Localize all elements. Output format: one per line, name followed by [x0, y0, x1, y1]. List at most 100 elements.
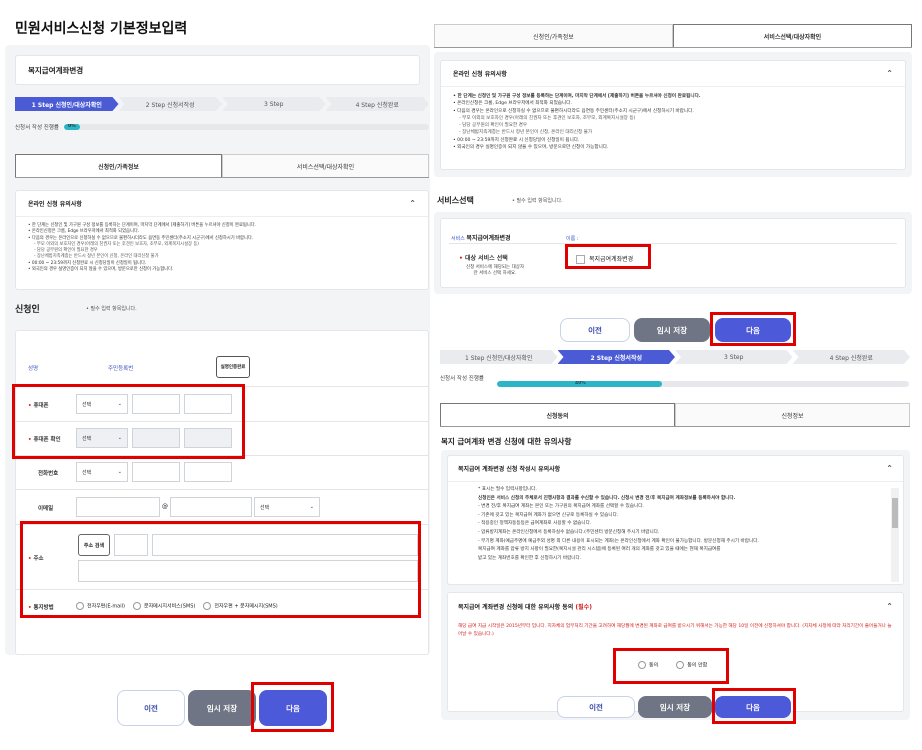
phone-label: 전화번호: [38, 471, 59, 477]
progress-label: 신청서 작성 진행률: [15, 125, 59, 131]
notice-line: 외국인의 경우 실명인증이 되지 않을 수 있으며, 방문으로만 신청이 가능합…: [457, 145, 609, 151]
phone-area-select[interactable]: 선택 ⌄: [76, 462, 128, 482]
prev-button[interactable]: 이전: [557, 696, 635, 718]
email-id-input[interactable]: [76, 497, 160, 517]
notice-line: - 부모 이외의 보호자인 경우(아래의 친권자 또는 후견인 보호자, 조부모…: [459, 115, 636, 121]
service-small-label: 서비스: [451, 236, 465, 242]
phone-middle-input[interactable]: [132, 462, 180, 482]
notice-line: 온라인신청은 크롬, Edge 브라우저에서 최적화 되었습니다.: [31, 229, 140, 235]
email-label: 이메일: [38, 506, 54, 512]
chevron-up-icon[interactable]: ⌃: [409, 199, 416, 208]
notice-line: - 변경 전/후 복지급여 계좌는 본인 또는 가구원의 복지급여 계좌를 선택…: [478, 504, 644, 510]
step-indicator: 1 Step 신청인/대상자확인 2 Step 신청서작성 3 Step 4 S…: [15, 97, 429, 111]
step-2: 2 Step 신청서작성: [119, 97, 223, 111]
highlight-next-right-bottom: [712, 688, 796, 724]
right-bottom-tabs: 신청동의 신청정보: [440, 403, 910, 427]
notice-title: 온라인 신청 유의사항: [28, 201, 82, 208]
scrollbar[interactable]: [891, 488, 899, 582]
prev-button[interactable]: 이전: [117, 690, 185, 726]
email-at: @: [162, 503, 168, 510]
step-indicator: 1 Step 신청인/대상자확인 2 Step 신청서작성 3 Step 4 S…: [440, 350, 910, 364]
applicant-title: 신청인: [15, 305, 40, 315]
required-note: • 필수 입력 항목입니다.: [86, 306, 137, 312]
highlight-mobile: [12, 384, 245, 459]
chevron-up-icon[interactable]: ⌃: [886, 464, 893, 473]
chevron-up-icon[interactable]: ⌃: [886, 602, 893, 611]
tab-apply-info[interactable]: 신청정보: [675, 403, 910, 426]
left-tabs: 신청인/가족정보 서비스선택/대상자확인: [15, 154, 429, 178]
notice-line: - 기존에 갖고 있는 복지급여 계좌가 없으면 신규로 등록하실 수 있습니다…: [478, 512, 619, 518]
section-title: 복지 급여계좌 변경 신청에 대한 유의사항: [441, 437, 572, 446]
notice-line: - 적용중인 정액자동등등은 급여계좌로 사용할 수 없습니다.: [478, 521, 592, 527]
notice-line: 외국인의 경우 실명인증이 되지 않을 수 있으며, 방문으로만 신청이 가능합…: [31, 267, 174, 273]
temp-save-button[interactable]: 임시 저장: [638, 696, 712, 718]
notice-title: 온라인 신청 유의사항: [453, 71, 507, 78]
tab-applicant-family[interactable]: 신청인/가족정보: [434, 24, 673, 47]
notice-line: - 담당 공무원의 확인이 필요한 경우: [459, 123, 528, 129]
temp-save-button[interactable]: 임시 저장: [188, 690, 256, 726]
right-top-notice-panel: 온라인 신청 유의사항 ⌃ • 한 단계는 신청인 및 가구원 구성 정보를 등록…: [434, 52, 912, 177]
notice-line: 신청인은 서비스 신청의 주체로서 진행사항과 결과를 수신할 수 있습니다. …: [478, 495, 736, 501]
notice-line: 다음의 경우는 온라인으로 신청하실 수 없으므로 불편하시더라도 읍면동 주민…: [457, 108, 694, 114]
chevron-down-icon: ⌄: [309, 504, 314, 510]
service-name: 복지급여계좌변경: [466, 235, 511, 242]
notice-line: 온라인신청은 크롬, Edge 브라우저에서 최적화 되었습니다.: [457, 101, 572, 107]
right-top-notice: 온라인 신청 유의사항 ⌃ • 한 단계는 신청인 및 가구원 구성 정보를 등록…: [440, 60, 906, 170]
page-title: 민원서비스신청 기본정보입력: [15, 21, 188, 37]
progress-value: 40%: [575, 381, 586, 386]
tab-consent[interactable]: 신청동의: [440, 403, 675, 426]
required-tag: (필수): [575, 604, 592, 611]
notice-line: 복지급여 계좌를 압류 방지 사항이 필요한(복지시설 관리 시스템)에 등록된…: [478, 547, 721, 553]
service-select-panel: 서비스 복지급여계좌변경 이름 : • 대상 서비스 선택 신청 서비스에 해당…: [434, 212, 912, 294]
prev-button[interactable]: 이전: [560, 318, 630, 342]
required-note: • 필수 입력 항목입니다.: [512, 198, 563, 204]
tab-service-select[interactable]: 서비스선택/대상자확인: [673, 24, 912, 47]
rrn-label: 주민등록번: [108, 366, 134, 372]
chevron-down-icon: ⌄: [117, 469, 122, 475]
chevron-up-icon[interactable]: ⌃: [886, 69, 893, 78]
notice-line: * 표시는 필수 입력사항입니다.: [478, 487, 537, 492]
email-domain-select[interactable]: 선택 ⌄: [254, 497, 320, 517]
verify-button[interactable]: 실명인증완료: [216, 356, 250, 378]
target-desc: 신청 서비스에 해당되는 대상자만 서비스 선택 하세요.: [465, 265, 525, 276]
notice-line: - 장난체밤지족계층는 반드시 정년 본인이 신청, 온라인 대리신청 불가: [459, 130, 593, 136]
highlight-address-notify: [20, 521, 421, 618]
service-title: 서비스선택: [437, 196, 474, 205]
notice-line: 받고 있는 계좌번호를 확인한 후 신청하시기 바랍니다.: [478, 555, 582, 561]
progress-bar: 40%: [497, 381, 909, 387]
notice-line: 다음의 경우는 온라인으로 신청하실 수 없으므로 불편하시더라도 읍면동 주민…: [31, 235, 254, 241]
highlight-consent: [613, 648, 729, 684]
highlight-next-right-top: [710, 312, 796, 346]
name-label: 성명: [28, 366, 39, 372]
step-3: 3 Step: [675, 350, 793, 364]
left-notice: 온라인 신청 유의사항 ⌃ • 한 단계는 신청인 및 가구원 구성 정보를 등록…: [15, 190, 429, 290]
notice-line: - 압류방지계좌는 온라인신청에서 등록하실수 없습니다.(주민센터 방문신청해…: [478, 529, 660, 535]
notice-line: 00:00 ~ 23:59까지 신청완료 시 신청당일이 신청일이 됩니다.: [457, 137, 580, 143]
notice-line: 한 단계는 신청인 및 가구원 구성 정보를 등록하는 단계이며, 마지막 단계…: [457, 94, 701, 99]
notice2-title: 복지급여 계좌변경 신청에 대한 유의사항 동의: [458, 604, 574, 611]
notice1-title: 복지급여 계좌변경 신청 작성시 유의사항: [458, 466, 561, 473]
email-domain-input[interactable]: [170, 497, 252, 517]
service-name: 복지급여계좌변경: [28, 65, 84, 75]
step-4: 4 Step 신청완료: [793, 350, 911, 364]
highlight-target-option: [565, 244, 651, 269]
progress-label: 신청서 작성 진행률: [440, 376, 484, 382]
notice1: 복지급여 계좌변경 신청 작성시 유의사항 ⌃ * 표시는 필수 입력사항입니다.…: [447, 455, 904, 585]
temp-save-button[interactable]: 임시 저장: [634, 318, 710, 342]
notice-line: 한 단계는 신청인 및 가구원 구성 정보를 등록하는 단계이며, 마지막 단계…: [31, 223, 257, 228]
notice-line: 00:00 ~ 23:59까지 신청완료 시 신청당일이 신청일이 됩니다.: [31, 260, 147, 266]
step-1: 1 Step 신청인/대상자확인: [15, 97, 119, 111]
right-top-tabs: 신청인/가족정보 서비스선택/대상자확인: [434, 24, 912, 48]
progress-bar: 0%: [64, 124, 429, 130]
step-4: 4 Step 신청완료: [326, 97, 430, 111]
notice2-text: 해당 급여 지급 시작일은 2015년부터 입니다. 지자체의 업무처리 기간을…: [458, 624, 892, 637]
step-2: 2 Step 신청서작성: [558, 350, 676, 364]
notice-line: - 부기명 계좌(예금주명에 예금주외 성명 외 다른 내용이 표시되는 계좌)…: [478, 538, 759, 544]
phone-last-input[interactable]: [184, 462, 232, 482]
step-3: 3 Step: [222, 97, 326, 111]
tab-applicant-family[interactable]: 신청인/가족정보: [15, 154, 222, 177]
tab-service-select[interactable]: 서비스선택/대상자확인: [222, 154, 429, 177]
step-1: 1 Step 신청인/대상자확인: [440, 350, 558, 364]
target-label: 대상 서비스 선택: [464, 255, 508, 262]
progress-value: 0%: [68, 124, 76, 129]
